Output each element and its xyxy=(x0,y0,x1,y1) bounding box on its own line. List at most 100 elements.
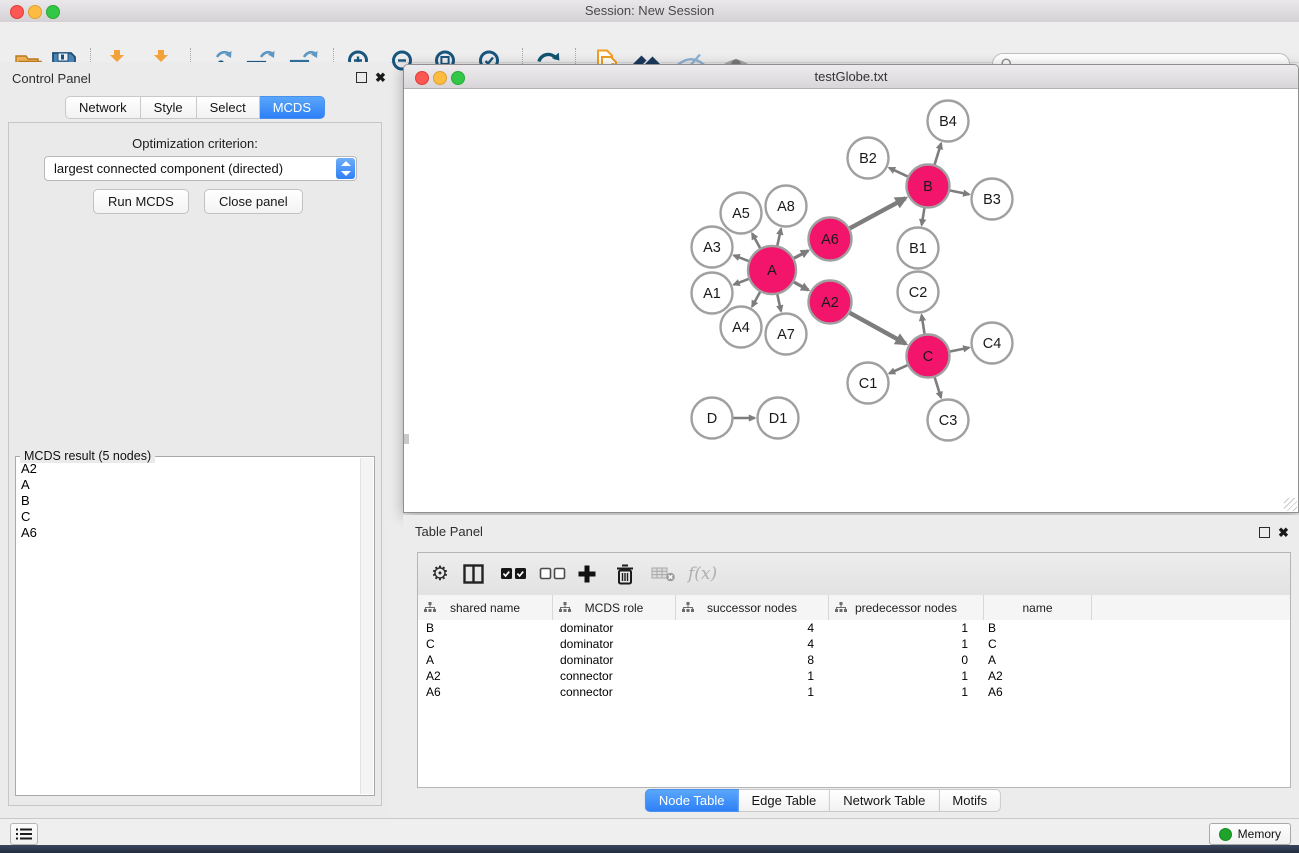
edge-A6-B[interactable] xyxy=(850,198,906,228)
select-all-button[interactable] xyxy=(500,567,528,593)
edge-C-C3[interactable] xyxy=(935,377,941,397)
column-header-name[interactable]: name xyxy=(984,595,1092,620)
task-history-button[interactable] xyxy=(10,823,38,845)
edge-C-C4[interactable] xyxy=(950,348,969,352)
unchecked-boxes-icon xyxy=(539,567,566,580)
tab-node-table[interactable]: Node Table xyxy=(645,789,739,812)
edge-C-C2[interactable] xyxy=(922,315,925,334)
tab-network-table[interactable]: Network Table xyxy=(830,789,939,812)
network-canvas[interactable]: B4B2BB3A5A8A6A3B1AA1C2A2A4A7C4CC1C3DD1 xyxy=(404,89,1298,512)
minimize-view-button[interactable] xyxy=(433,71,447,85)
table-row[interactable]: A2connector11A2 xyxy=(418,668,1290,684)
mcds-result-group: MCDS result (5 nodes) A2ABCA6 xyxy=(15,456,375,796)
zoom-view-button[interactable] xyxy=(451,71,465,85)
result-item[interactable]: A2 xyxy=(17,461,360,477)
float-table-panel-button[interactable] xyxy=(1259,527,1270,538)
control-panel: Control Panel ✖ NetworkStyleSelectMCDS O… xyxy=(0,62,390,818)
edge-A-A1[interactable] xyxy=(734,279,749,285)
edge-B-B2[interactable] xyxy=(889,168,907,177)
select-stepper-icon xyxy=(336,158,355,179)
edge-B-B4[interactable] xyxy=(935,143,942,164)
edge-A-A2[interactable] xyxy=(794,282,808,290)
network-title: testGlobe.txt xyxy=(404,65,1298,88)
resize-grip-icon[interactable] xyxy=(1284,498,1297,511)
table-cell: 1 xyxy=(826,620,980,636)
run-mcds-button[interactable]: Run MCDS xyxy=(93,189,189,214)
edge-A-A4[interactable] xyxy=(752,292,760,307)
close-window-button[interactable] xyxy=(10,5,24,19)
delete-table-icon xyxy=(651,567,677,582)
hierarchy-icon xyxy=(682,602,694,613)
result-item[interactable]: B xyxy=(17,493,360,509)
close-view-button[interactable] xyxy=(415,71,429,85)
column-header-MCDS-role[interactable]: MCDS role xyxy=(553,595,676,620)
close-panel-button[interactable]: ✖ xyxy=(375,71,386,84)
node-label-D: D xyxy=(707,411,717,427)
node-label-A8: A8 xyxy=(777,199,795,215)
result-item[interactable]: C xyxy=(17,509,360,525)
column-header-successor-nodes[interactable]: successor nodes xyxy=(676,595,829,620)
split-panel-button[interactable] xyxy=(462,563,490,589)
node-label-C3: C3 xyxy=(939,413,958,429)
network-window-titlebar[interactable]: testGlobe.txt xyxy=(404,65,1298,89)
tab-motifs[interactable]: Motifs xyxy=(939,789,1001,812)
zoom-window-button[interactable] xyxy=(46,5,60,19)
edge-A-A5[interactable] xyxy=(752,233,760,248)
result-item[interactable]: A xyxy=(17,477,360,493)
result-item[interactable]: A6 xyxy=(17,525,360,541)
minimize-window-button[interactable] xyxy=(28,5,42,19)
table-row[interactable]: A6connector11A6 xyxy=(418,684,1290,700)
table-cell: A6 xyxy=(980,684,1087,700)
node-label-A5: A5 xyxy=(732,206,750,222)
tab-mcds[interactable]: MCDS xyxy=(260,96,325,119)
tab-edge-table[interactable]: Edge Table xyxy=(738,789,830,812)
table-cell: connector xyxy=(552,684,674,700)
close-table-panel-button[interactable]: ✖ xyxy=(1278,526,1289,539)
memory-button[interactable]: Memory xyxy=(1209,823,1291,845)
edge-A-A3[interactable] xyxy=(734,255,749,261)
close-panel-button-inner[interactable]: Close panel xyxy=(204,189,303,214)
add-column-button[interactable] xyxy=(576,563,604,589)
table-row[interactable]: Adominator80A xyxy=(418,652,1290,668)
tab-select[interactable]: Select xyxy=(197,96,260,119)
canvas-handle[interactable] xyxy=(404,434,409,444)
node-label-A4: A4 xyxy=(732,320,750,336)
node-label-B4: B4 xyxy=(939,114,957,130)
tab-style[interactable]: Style xyxy=(141,96,197,119)
node-label-A6: A6 xyxy=(821,232,839,248)
node-label-A3: A3 xyxy=(703,240,721,256)
node-label-B: B xyxy=(923,179,933,195)
edge-B-B3[interactable] xyxy=(950,190,969,194)
delete-column-button[interactable] xyxy=(614,562,642,588)
table-cell: dominator xyxy=(552,620,674,636)
deselect-all-button[interactable] xyxy=(539,567,567,593)
mcds-panel: Optimization criterion: largest connecte… xyxy=(8,122,382,806)
edge-B-B1[interactable] xyxy=(922,208,925,225)
node-label-A2: A2 xyxy=(821,295,839,311)
memory-status-icon xyxy=(1219,828,1232,841)
table-cell: 1 xyxy=(826,636,980,652)
column-header-shared-name[interactable]: shared name xyxy=(418,595,553,620)
network-view-window: testGlobe.txt B4B2BB3A5A8A6A3B1AA1C2A2A4… xyxy=(403,64,1299,513)
edge-C-C1[interactable] xyxy=(889,365,907,373)
table-settings-button[interactable]: ⚙ xyxy=(426,561,454,587)
column-header-predecessor-nodes[interactable]: predecessor nodes xyxy=(829,595,984,620)
edge-A2-C[interactable] xyxy=(850,313,906,344)
delete-table-button[interactable] xyxy=(651,567,679,593)
node-label-C4: C4 xyxy=(983,336,1002,352)
table-cell: 8 xyxy=(674,652,826,668)
control-panel-tabs: NetworkStyleSelectMCDS xyxy=(0,96,390,119)
edge-A-A8[interactable] xyxy=(777,229,781,246)
table-body: Bdominator41BCdominator41CAdominator80AA… xyxy=(418,620,1290,787)
table-cell: 0 xyxy=(826,652,980,668)
table-row[interactable]: Cdominator41C xyxy=(418,636,1290,652)
function-builder-button[interactable]: f(x) xyxy=(688,561,716,587)
checked-boxes-icon xyxy=(500,567,527,580)
table-row[interactable]: Bdominator41B xyxy=(418,620,1290,636)
edge-A-A6[interactable] xyxy=(794,251,808,259)
criterion-select[interactable]: largest connected component (directed) xyxy=(44,156,357,181)
edge-A-A7[interactable] xyxy=(777,294,781,311)
tab-network[interactable]: Network xyxy=(65,96,141,119)
float-panel-button[interactable] xyxy=(356,72,367,83)
result-scrollbar[interactable] xyxy=(360,458,373,794)
